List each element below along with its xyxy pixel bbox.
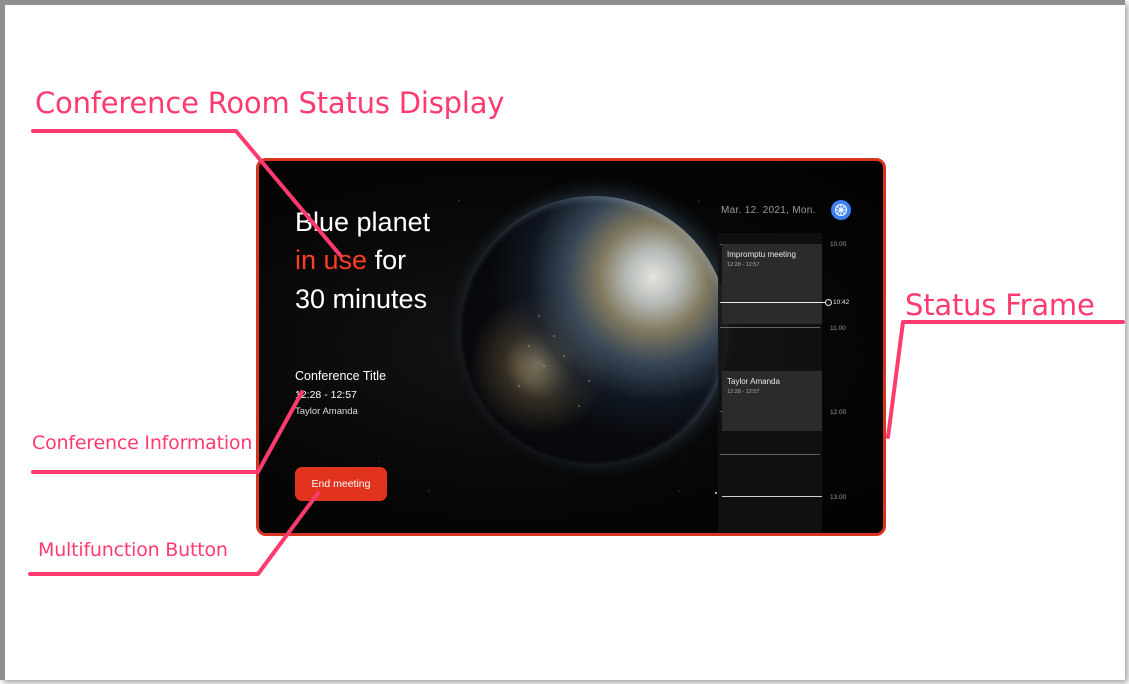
status-line-1: Blue planet xyxy=(295,207,431,237)
date-label: Mar. 12. 2021, Mon. xyxy=(721,205,816,216)
current-time-line xyxy=(720,302,826,303)
hour-label-11: 11.00 xyxy=(830,325,846,332)
conference-host: Taylor Amanda xyxy=(295,406,358,417)
event-time: 12:28 - 12:57 xyxy=(727,262,760,268)
status-line-2: in use for xyxy=(295,241,430,279)
hour-label-13: 13.00 xyxy=(830,494,847,501)
event-card[interactable]: Impromptu meeting 12:28 - 12:57 xyxy=(722,244,822,324)
conference-time: 12:28 - 12:57 xyxy=(295,389,357,401)
earth-image xyxy=(459,196,729,466)
end-meeting-button[interactable]: End meeting xyxy=(295,467,387,501)
current-time-label: 10:42 xyxy=(833,299,850,306)
room-status-text: Blue planet in use for 30 minutes xyxy=(295,203,430,318)
hour-line xyxy=(720,454,820,455)
event-title: Taylor Amanda xyxy=(727,377,780,386)
conference-room-display: Blue planet in use for 30 minutes Confer… xyxy=(256,158,886,536)
bottom-line xyxy=(722,496,822,497)
tick-mark xyxy=(715,492,717,494)
conference-information: Conference Title 12:28 - 12:57 Taylor Am… xyxy=(295,369,386,417)
hour-line xyxy=(720,327,820,328)
annotation-multifunction-button: Multifunction Button xyxy=(38,539,228,561)
annotation-status-frame: Status Frame xyxy=(905,288,1095,322)
hour-label-10: 10.00 xyxy=(830,241,847,248)
annotation-conference-information: Conference Information xyxy=(32,432,253,454)
current-time-dot xyxy=(825,299,832,306)
status-line-3: 30 minutes xyxy=(295,283,428,314)
annotation-status-display: Conference Room Status Display xyxy=(35,86,505,120)
hour-label-12: 12.00 xyxy=(830,409,847,416)
in-use-highlight: in use xyxy=(295,245,368,276)
event-card[interactable]: Taylor Amanda 12:28 - 12:57 xyxy=(722,371,822,431)
status-line-2-rest: for xyxy=(367,245,407,276)
schedule-timeline: 10.00 11.00 12.00 13.00 Impromptu meetin… xyxy=(715,233,883,533)
event-title: Impromptu meeting xyxy=(727,250,796,259)
app-logo-icon[interactable] xyxy=(831,200,851,220)
event-time: 12:28 - 12:57 xyxy=(727,389,760,395)
conference-title: Conference Title xyxy=(295,369,387,383)
